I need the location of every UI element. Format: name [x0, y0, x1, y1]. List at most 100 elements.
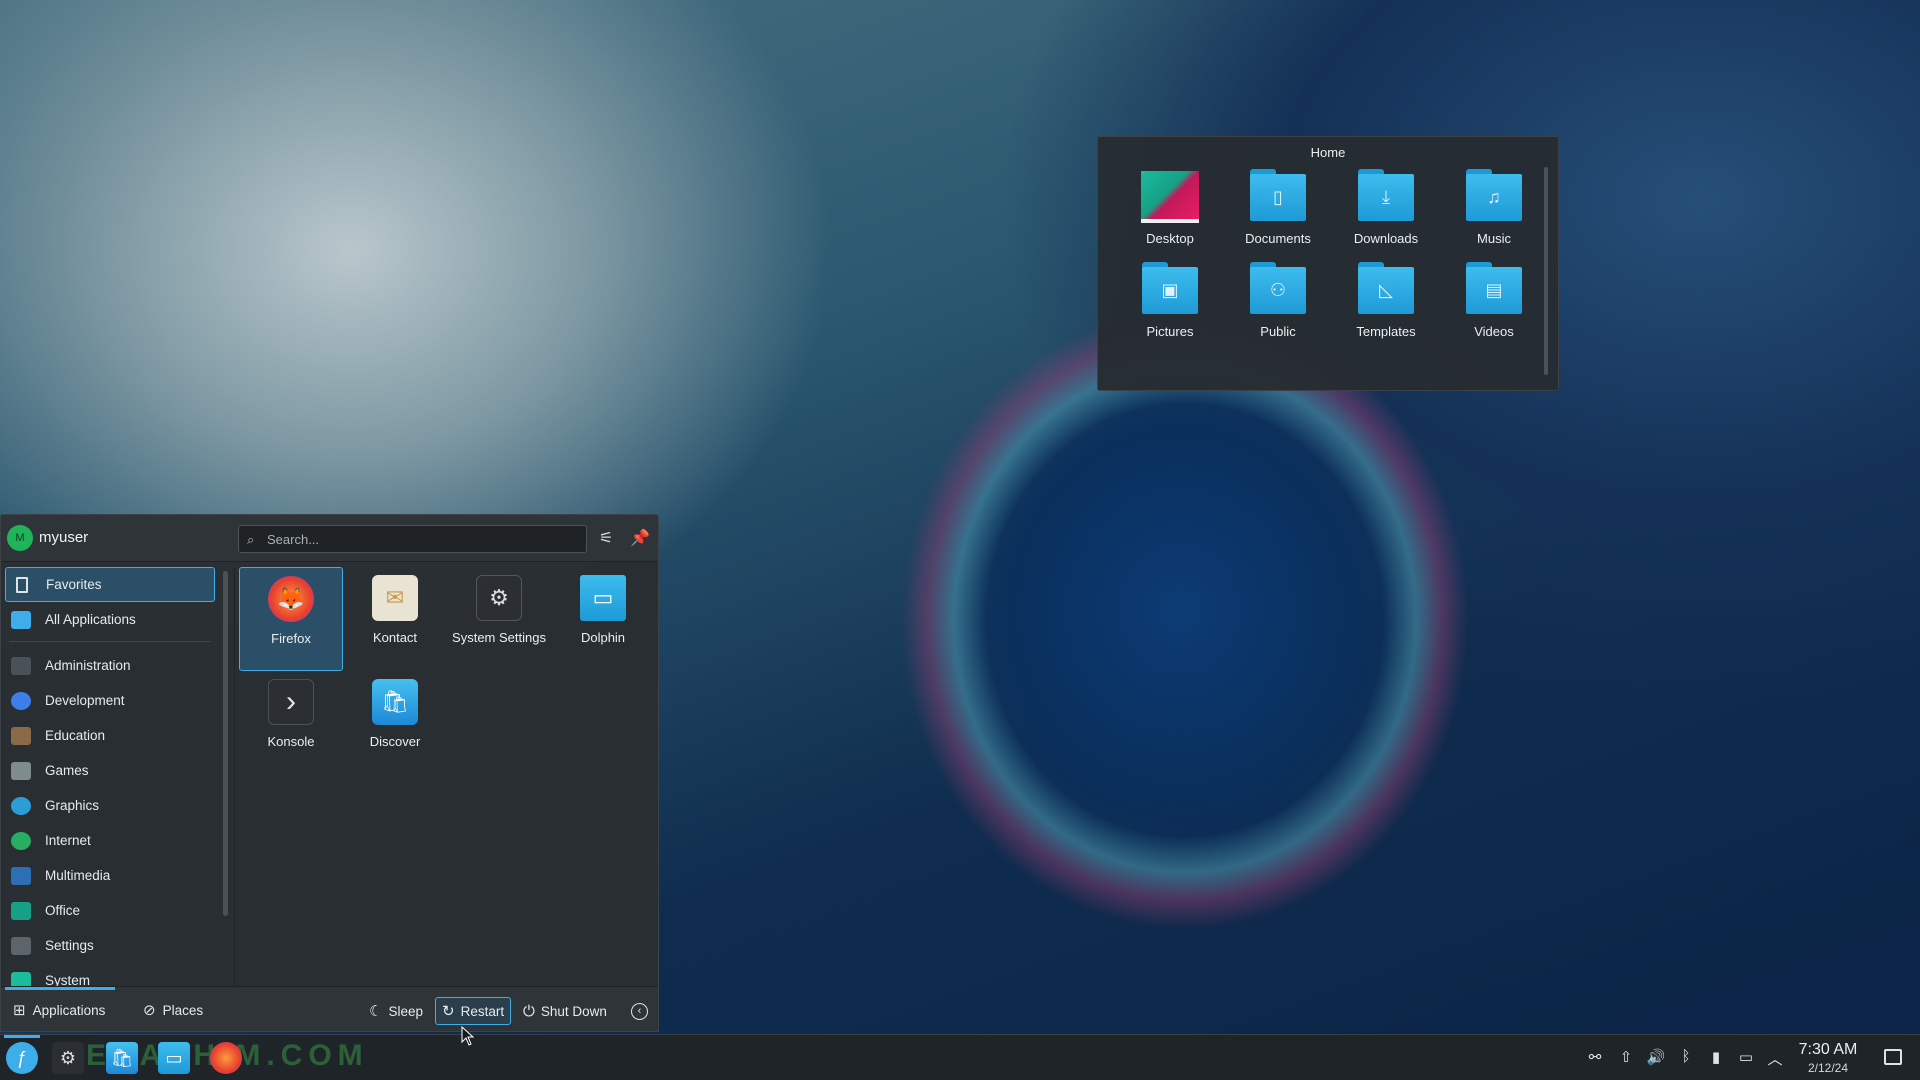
tab-applications[interactable]: ⊞ Applications — [13, 997, 105, 1023]
folder-label: Templates — [1356, 324, 1416, 339]
multimedia-icon — [11, 866, 31, 885]
templates-folder-icon: ◺ — [1356, 262, 1416, 316]
app-dolphin[interactable]: ▭ Dolphin — [551, 567, 655, 671]
discover-taskbar-icon[interactable]: 🛍 — [106, 1042, 138, 1074]
folder-downloads[interactable]: ⤓ Downloads — [1332, 169, 1440, 246]
sidebar-item-internet[interactable]: Internet — [5, 823, 215, 858]
app-discover[interactable]: 🛍 Discover — [343, 671, 447, 775]
folder-label: Pictures — [1146, 324, 1194, 339]
sidebar-item-label: Internet — [45, 833, 91, 848]
application-launcher: M myuser ⌕ ⚟ 📌 Favorites All Application… — [0, 514, 659, 1032]
sidebar-item-label: Education — [45, 728, 106, 743]
search-input[interactable] — [267, 530, 577, 548]
avatar[interactable]: M — [7, 525, 33, 551]
clock-time[interactable]: 7:30 AM — [1788, 1041, 1868, 1059]
search-icon: ⌕ — [247, 532, 255, 547]
configure-icon[interactable]: ⚟ — [594, 527, 618, 551]
app-label: Konsole — [267, 734, 315, 749]
sidebar-item-label: Office — [45, 903, 81, 918]
sidebar-item-all-applications[interactable]: All Applications — [5, 602, 215, 637]
updates-icon[interactable]: ⇧ — [1616, 1048, 1636, 1068]
button-label: Shut Down — [540, 1003, 607, 1019]
education-icon — [11, 726, 31, 745]
videos-folder-icon: ▤ — [1464, 262, 1524, 316]
tab-label: Places — [162, 1002, 204, 1018]
sidebar-item-office[interactable]: Office — [5, 893, 215, 928]
development-icon — [11, 691, 31, 710]
folder-music[interactable]: ♫ Music — [1440, 169, 1548, 246]
office-icon — [11, 901, 31, 920]
folder-label: Downloads — [1353, 231, 1419, 246]
button-label: Sleep — [388, 1003, 423, 1019]
sidebar-item-label: Favorites — [46, 577, 102, 592]
network-share-icon[interactable]: ⚯ — [1585, 1048, 1605, 1068]
sidebar-item-education[interactable]: Education — [5, 718, 215, 753]
show-desktop-icon[interactable] — [1884, 1049, 1902, 1065]
system-settings-icon: ⚙ — [476, 575, 522, 621]
restart-icon: ↻ — [442, 1003, 455, 1020]
tab-places[interactable]: ⊘ Places — [143, 997, 203, 1023]
restart-button[interactable]: ↻ Restart — [435, 997, 512, 1025]
sidebar-item-label: Development — [45, 693, 125, 708]
bluetooth-icon[interactable]: ᛒ — [1676, 1048, 1696, 1068]
volume-icon[interactable]: 🔊 — [1646, 1048, 1666, 1068]
downloads-folder-icon: ⤓ — [1356, 169, 1416, 223]
folder-desktop[interactable]: Desktop — [1116, 169, 1224, 246]
discover-icon: 🛍 — [372, 679, 418, 725]
fedora-launcher-icon[interactable]: ƒ — [6, 1042, 38, 1074]
chevron-up-icon[interactable]: ︿ — [1765, 1048, 1785, 1068]
sidebar-item-label: All Applications — [45, 612, 136, 627]
home-folder-popup: Home Desktop ▯ Documents ⤓ Downloads ♫ M… — [1097, 136, 1559, 391]
sidebar-item-label: Games — [45, 763, 89, 778]
shutdown-button[interactable]: ⏻ Shut Down — [517, 997, 613, 1025]
usb-device-icon[interactable]: ▮ — [1706, 1048, 1726, 1068]
sidebar-item-games[interactable]: Games — [5, 753, 215, 788]
active-tab-indicator — [5, 987, 115, 990]
compass-icon: ⊘ — [143, 1002, 156, 1019]
sidebar-item-favorites[interactable]: Favorites — [5, 567, 215, 602]
sidebar-item-settings[interactable]: Settings — [5, 928, 215, 963]
folder-templates[interactable]: ◺ Templates — [1332, 262, 1440, 339]
search-box[interactable]: ⌕ — [238, 525, 587, 553]
clock-date[interactable]: 2/12/24 — [1788, 1061, 1868, 1075]
sidebar-item-development[interactable]: Development — [5, 683, 215, 718]
sleep-icon: ☾ — [369, 1003, 383, 1020]
popup-scrollbar[interactable] — [1544, 167, 1548, 375]
app-system-settings[interactable]: ⚙ System Settings — [447, 567, 551, 667]
sidebar-item-graphics[interactable]: Graphics — [5, 788, 215, 823]
app-konsole[interactable]: › Konsole — [239, 671, 343, 775]
username: myuser — [39, 529, 89, 546]
app-label: Discover — [369, 734, 421, 749]
launcher-header: M myuser ⌕ ⚟ 📌 — [1, 515, 658, 562]
desktop-folder-icon — [1141, 171, 1199, 223]
public-folder-icon: ⚇ — [1248, 262, 1308, 316]
konsole-icon: › — [268, 679, 314, 725]
pictures-folder-icon: ▣ — [1140, 262, 1200, 316]
app-firefox[interactable]: 🦊 Firefox — [239, 567, 343, 671]
folder-documents[interactable]: ▯ Documents — [1224, 169, 1332, 246]
dolphin-taskbar-icon[interactable]: ▭ — [158, 1042, 190, 1074]
folder-public[interactable]: ⚇ Public — [1224, 262, 1332, 339]
games-icon — [11, 761, 31, 780]
firefox-taskbar-icon[interactable] — [210, 1042, 242, 1074]
folder-pictures[interactable]: ▣ Pictures — [1116, 262, 1224, 339]
folder-label: Documents — [1245, 231, 1311, 246]
panel-divider — [234, 567, 235, 1003]
sidebar-item-multimedia[interactable]: Multimedia — [5, 858, 215, 893]
sidebar-scrollbar[interactable] — [223, 571, 228, 916]
launcher-footer: ⊞ Applications ⊘ Places ☾ Sleep ↻ Restar… — [1, 986, 658, 1031]
sidebar-item-administration[interactable]: Administration — [5, 648, 215, 683]
graphics-icon — [11, 796, 31, 815]
app-kontact[interactable]: ✉ Kontact — [343, 567, 447, 671]
more-options-button[interactable]: ‹ — [625, 997, 654, 1025]
pin-icon[interactable]: 📌 — [628, 527, 652, 551]
applications-grid-icon: ⊞ — [13, 1002, 26, 1019]
app-label: Firefox — [271, 631, 311, 646]
bookmark-icon — [16, 576, 28, 593]
system-settings-taskbar-icon[interactable]: ⚙ — [52, 1042, 84, 1074]
sidebar-item-label: Settings — [45, 938, 94, 953]
music-folder-icon: ♫ — [1464, 169, 1524, 223]
sleep-button[interactable]: ☾ Sleep — [363, 997, 429, 1025]
folder-videos[interactable]: ▤ Videos — [1440, 262, 1548, 339]
network-icon[interactable]: ▭ — [1736, 1048, 1756, 1068]
